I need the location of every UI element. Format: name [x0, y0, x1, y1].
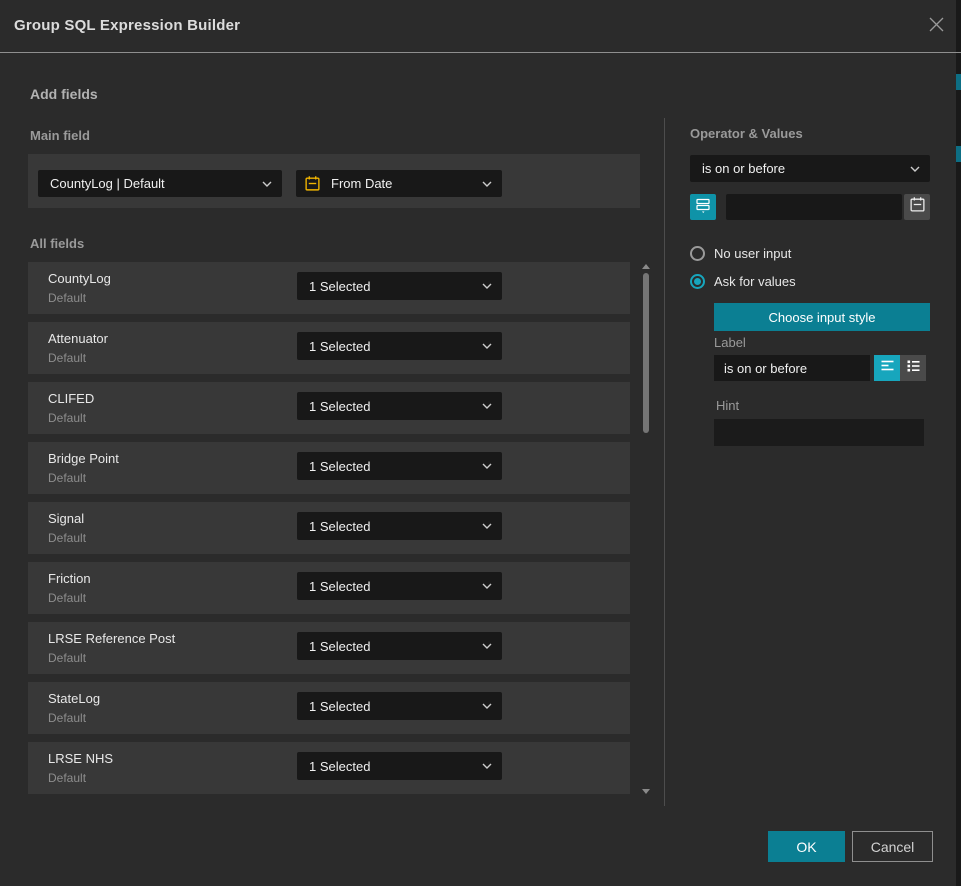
dialog-title: Group SQL Expression Builder	[14, 0, 240, 52]
operator-dropdown[interactable]: is on or before	[690, 155, 930, 182]
field-name: StateLog	[48, 691, 100, 706]
header-divider	[0, 52, 961, 53]
chevron-down-icon	[482, 763, 502, 769]
radio-ask-for-values[interactable]: Ask for values	[690, 273, 796, 289]
radio-circle-icon	[690, 246, 705, 261]
radio-label: Ask for values	[714, 274, 796, 289]
dialog-header: Group SQL Expression Builder	[0, 0, 956, 52]
operator-values-heading: Operator & Values	[690, 126, 803, 141]
field-sublabel: Default	[48, 771, 86, 785]
cancel-button[interactable]: Cancel	[852, 831, 933, 862]
date-field-calendar-icon	[304, 175, 321, 192]
date-picker-button[interactable]	[904, 194, 930, 220]
field-name: Friction	[48, 571, 91, 586]
field-row: Signal Default 1 Selected	[28, 502, 630, 554]
field-selection-dropdown[interactable]: 1 Selected	[297, 512, 502, 540]
chevron-down-icon	[482, 181, 502, 187]
close-button[interactable]	[925, 16, 947, 38]
field-sublabel: Default	[48, 291, 86, 305]
field-name: CLIFED	[48, 391, 94, 406]
input-style-single-line-toggle[interactable]	[874, 355, 900, 381]
background-fragment	[956, 74, 961, 90]
field-name: Attenuator	[48, 331, 108, 346]
add-fields-heading: Add fields	[30, 86, 98, 102]
field-row: Friction Default 1 Selected	[28, 562, 630, 614]
field-name: LRSE Reference Post	[48, 631, 175, 646]
chevron-down-icon	[482, 403, 502, 409]
field-sublabel: Default	[48, 351, 86, 365]
main-field-panel: CountyLog | Default From Date	[28, 154, 640, 208]
field-sublabel: Default	[48, 711, 86, 725]
chevron-down-icon	[482, 583, 502, 589]
field-selection-dropdown[interactable]: 1 Selected	[297, 332, 502, 360]
radio-circle-icon	[690, 274, 705, 289]
radio-no-user-input[interactable]: No user input	[690, 245, 791, 261]
field-sublabel: Default	[48, 411, 86, 425]
input-style-list-toggle[interactable]	[900, 355, 926, 381]
field-row: LRSE Reference Post Default 1 Selected	[28, 622, 630, 674]
value-stack-icon	[695, 197, 711, 218]
field-select-value: From Date	[321, 176, 482, 191]
field-sublabel: Default	[48, 651, 86, 665]
chevron-down-icon	[482, 343, 502, 349]
field-row: LRSE NHS Default 1 Selected	[28, 742, 630, 794]
field-row: Attenuator Default 1 Selected	[28, 322, 630, 374]
chevron-down-icon	[482, 643, 502, 649]
field-selection-dropdown[interactable]: 1 Selected	[297, 392, 502, 420]
scrollbar-down-arrow[interactable]	[642, 789, 650, 794]
field-sublabel: Default	[48, 471, 86, 485]
label-field-label: Label	[714, 335, 746, 350]
field-selection-dropdown[interactable]: 1 Selected	[297, 452, 502, 480]
field-name: Bridge Point	[48, 451, 119, 466]
field-name: LRSE NHS	[48, 751, 113, 766]
field-selection-dropdown[interactable]: 1 Selected	[297, 752, 502, 780]
background-app-edge	[956, 0, 961, 886]
field-row: Bridge Point Default 1 Selected	[28, 442, 630, 494]
align-left-icon	[880, 359, 895, 377]
chevron-down-icon	[482, 703, 502, 709]
field-row: CLIFED Default 1 Selected	[28, 382, 630, 434]
field-row: StateLog Default 1 Selected	[28, 682, 630, 734]
value-list-button[interactable]	[690, 194, 716, 220]
label-input[interactable]	[714, 355, 870, 381]
field-selection-dropdown[interactable]: 1 Selected	[297, 692, 502, 720]
field-name: Signal	[48, 511, 84, 526]
field-name: CountyLog	[48, 271, 111, 286]
field-selection-dropdown[interactable]: 1 Selected	[297, 272, 502, 300]
scrollbar-thumb[interactable]	[643, 273, 649, 433]
chevron-down-icon	[482, 463, 502, 469]
bulleted-list-icon	[906, 359, 921, 377]
app-background: Group SQL Expression Builder Add fields …	[0, 0, 961, 886]
background-fragment	[956, 146, 961, 162]
field-selection-dropdown[interactable]: 1 Selected	[297, 572, 502, 600]
field-selection-dropdown[interactable]: 1 Selected	[297, 632, 502, 660]
field-row: CountyLog Default 1 Selected	[28, 262, 630, 314]
main-field-label: Main field	[30, 128, 90, 143]
hint-field-label: Hint	[716, 398, 739, 413]
layer-select-dropdown[interactable]: CountyLog | Default	[38, 170, 282, 197]
close-icon	[928, 16, 945, 38]
scrollbar-up-arrow[interactable]	[642, 264, 650, 269]
chevron-down-icon	[262, 181, 282, 187]
field-sublabel: Default	[48, 591, 86, 605]
ok-button[interactable]: OK	[768, 831, 845, 862]
chevron-down-icon	[910, 166, 930, 172]
value-input[interactable]	[726, 194, 902, 220]
panel-divider	[664, 118, 665, 806]
hint-input[interactable]	[714, 419, 924, 446]
field-select-dropdown[interactable]: From Date	[296, 170, 502, 197]
chevron-down-icon	[482, 283, 502, 289]
calendar-icon	[909, 196, 926, 218]
all-fields-label: All fields	[30, 236, 84, 251]
field-sublabel: Default	[48, 531, 86, 545]
choose-input-style-button[interactable]: Choose input style	[714, 303, 930, 331]
layer-select-value: CountyLog | Default	[38, 176, 262, 191]
radio-label: No user input	[714, 246, 791, 261]
chevron-down-icon	[482, 523, 502, 529]
group-sql-expression-builder-dialog: Group SQL Expression Builder Add fields …	[0, 0, 956, 886]
operator-value: is on or before	[690, 161, 910, 176]
